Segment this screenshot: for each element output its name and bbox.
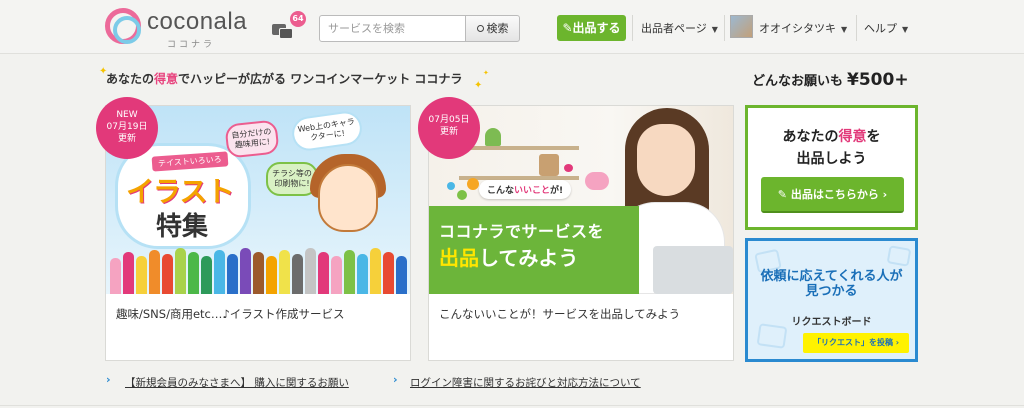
news-link[interactable]: 【新規会員のみなさまへ】 購入に関するお願い bbox=[125, 375, 349, 390]
chevron-down-icon: ▼ bbox=[841, 25, 848, 34]
chevron-right-icon: › bbox=[892, 338, 900, 347]
feature-title: イラスト bbox=[126, 175, 234, 208]
feature-card-caption: こんないいことが！サービスを出品してみよう bbox=[439, 307, 681, 321]
post-request-button-label: 「リクエスト」を投稿 bbox=[812, 338, 893, 347]
feature-card-caption: 趣味/SNS/商用etc…♪イラスト作成サービス bbox=[116, 307, 345, 321]
search-button[interactable]: 検索 bbox=[465, 15, 520, 42]
request-board-banner[interactable]: 依頼に応えてくれる人が 見つかる リクエストボード 「リクエスト」を投稿 › bbox=[745, 238, 918, 362]
coconala-logo[interactable]: coconala ココナラ bbox=[105, 8, 265, 50]
nav-seller-page[interactable]: 出品者ページ ▼ bbox=[641, 20, 718, 36]
nav-help-menu[interactable]: ヘルプ ▼ bbox=[864, 20, 908, 36]
avatar[interactable] bbox=[730, 15, 753, 38]
nav-help-label: ヘルプ bbox=[864, 22, 897, 35]
sell-promo-title-part: あなたの bbox=[782, 129, 839, 145]
request-board-title: 依頼に応えてくれる人が 見つかる bbox=[748, 269, 915, 299]
chevron-down-icon: ▼ bbox=[711, 25, 718, 34]
update-ribbon: 07月05日 更新 bbox=[418, 97, 480, 159]
bubble-emphasis: いいこと bbox=[514, 186, 551, 196]
tagline-emphasis: 得意 bbox=[154, 72, 179, 86]
pencil-icon: ✎ bbox=[777, 188, 791, 201]
sell-promo-title-part: を bbox=[866, 129, 881, 145]
header: coconala ココナラ 64 検索 ✎出品する 出品者ページ ▼ オオイシタツ… bbox=[0, 0, 1024, 54]
update-ribbon: NEW 07月19日 更新 bbox=[96, 97, 158, 159]
feature-sticky-note: 自分だけの趣味用に! bbox=[224, 119, 280, 159]
bubble-text: こんな bbox=[487, 186, 515, 196]
headline-emphasis: 出品 bbox=[439, 246, 479, 270]
price-amount: ¥500+ bbox=[847, 70, 909, 90]
logo-mark-icon bbox=[105, 8, 141, 44]
sell-promo-title-line2: 出品しよう bbox=[796, 151, 867, 167]
ribbon-new: NEW bbox=[116, 110, 138, 120]
logo-subtext: ココナラ bbox=[167, 40, 216, 50]
messages-count-badge: 64 bbox=[290, 11, 306, 27]
chevron-right-icon: › bbox=[878, 188, 888, 201]
ribbon-updated: 更新 bbox=[117, 134, 136, 144]
ribbon-date: 07月19日 bbox=[106, 122, 148, 132]
feature-headline: ココナラでサービスを bbox=[439, 222, 605, 241]
nav-seller-page-label: 出品者ページ bbox=[641, 22, 707, 35]
feature-title-2: 特集 bbox=[156, 212, 209, 242]
ribbon-updated: 更新 bbox=[439, 127, 458, 137]
sell-promo-box: あなたの得意を 出品しよう ✎ 出品はこちらから › bbox=[745, 105, 918, 230]
nav-user-label: オオイシタツキ bbox=[759, 22, 836, 35]
nav-user-menu[interactable]: オオイシタツキ ▼ bbox=[759, 20, 847, 36]
nav-divider bbox=[632, 15, 633, 41]
nav-divider bbox=[724, 15, 725, 41]
search-icon bbox=[476, 25, 484, 32]
sell-promo-title: あなたの得意を 出品しよう bbox=[748, 126, 915, 170]
chevron-down-icon: ▼ bbox=[902, 25, 909, 34]
tagline-part: あなたの bbox=[106, 72, 155, 86]
request-board-subtitle: リクエストボード bbox=[791, 317, 872, 328]
sell-promo-title-emphasis: 得意 bbox=[838, 129, 867, 145]
logo-text: coconala bbox=[147, 8, 248, 35]
search-bar: 検索 bbox=[319, 15, 520, 42]
feature-speech-bubble: こんないいことが! bbox=[479, 180, 572, 199]
sell-here-button-label: 出品はこちらから bbox=[790, 188, 879, 201]
sparkle-icon: ✦ bbox=[483, 69, 489, 77]
ribbon-date: 07月05日 bbox=[428, 115, 470, 125]
headline-rest: してみよう bbox=[479, 246, 579, 270]
price-banner: どんなお願いも ¥500+ bbox=[752, 70, 909, 90]
tagline-part: でハッピーが広がる ワンコインマーケット ココナラ bbox=[178, 72, 463, 86]
divider bbox=[0, 405, 1024, 406]
feature-headline-2: 出品してみよう bbox=[439, 242, 578, 271]
sell-button-label: 出品する bbox=[572, 21, 621, 35]
search-button-label: 検索 bbox=[486, 22, 509, 35]
bubble-text: が! bbox=[550, 186, 564, 196]
sparkle-icon: ✦ bbox=[474, 80, 483, 91]
post-request-button[interactable]: 「リクエスト」を投稿 › bbox=[803, 333, 909, 353]
news-link[interactable]: ログイン障害に関するお詫びと対応方法について bbox=[410, 375, 641, 390]
chevron-right-icon: › bbox=[106, 373, 111, 386]
request-title-line2: 見つかる bbox=[805, 284, 858, 299]
price-text: どんなお願いも bbox=[752, 74, 844, 89]
sell-button[interactable]: ✎出品する bbox=[557, 15, 626, 41]
decoration-icon bbox=[886, 245, 912, 267]
nav-divider bbox=[856, 15, 857, 41]
request-title-line1: 依頼に応えてくれる人が bbox=[760, 269, 903, 284]
sell-here-button[interactable]: ✎ 出品はこちらから › bbox=[761, 177, 904, 213]
chevron-right-icon: › bbox=[393, 373, 398, 386]
site-tagline: あなたの得意でハッピーが広がる ワンコインマーケット ココナラ bbox=[106, 70, 462, 87]
search-input[interactable] bbox=[319, 15, 466, 42]
messages-icon[interactable] bbox=[272, 22, 294, 40]
